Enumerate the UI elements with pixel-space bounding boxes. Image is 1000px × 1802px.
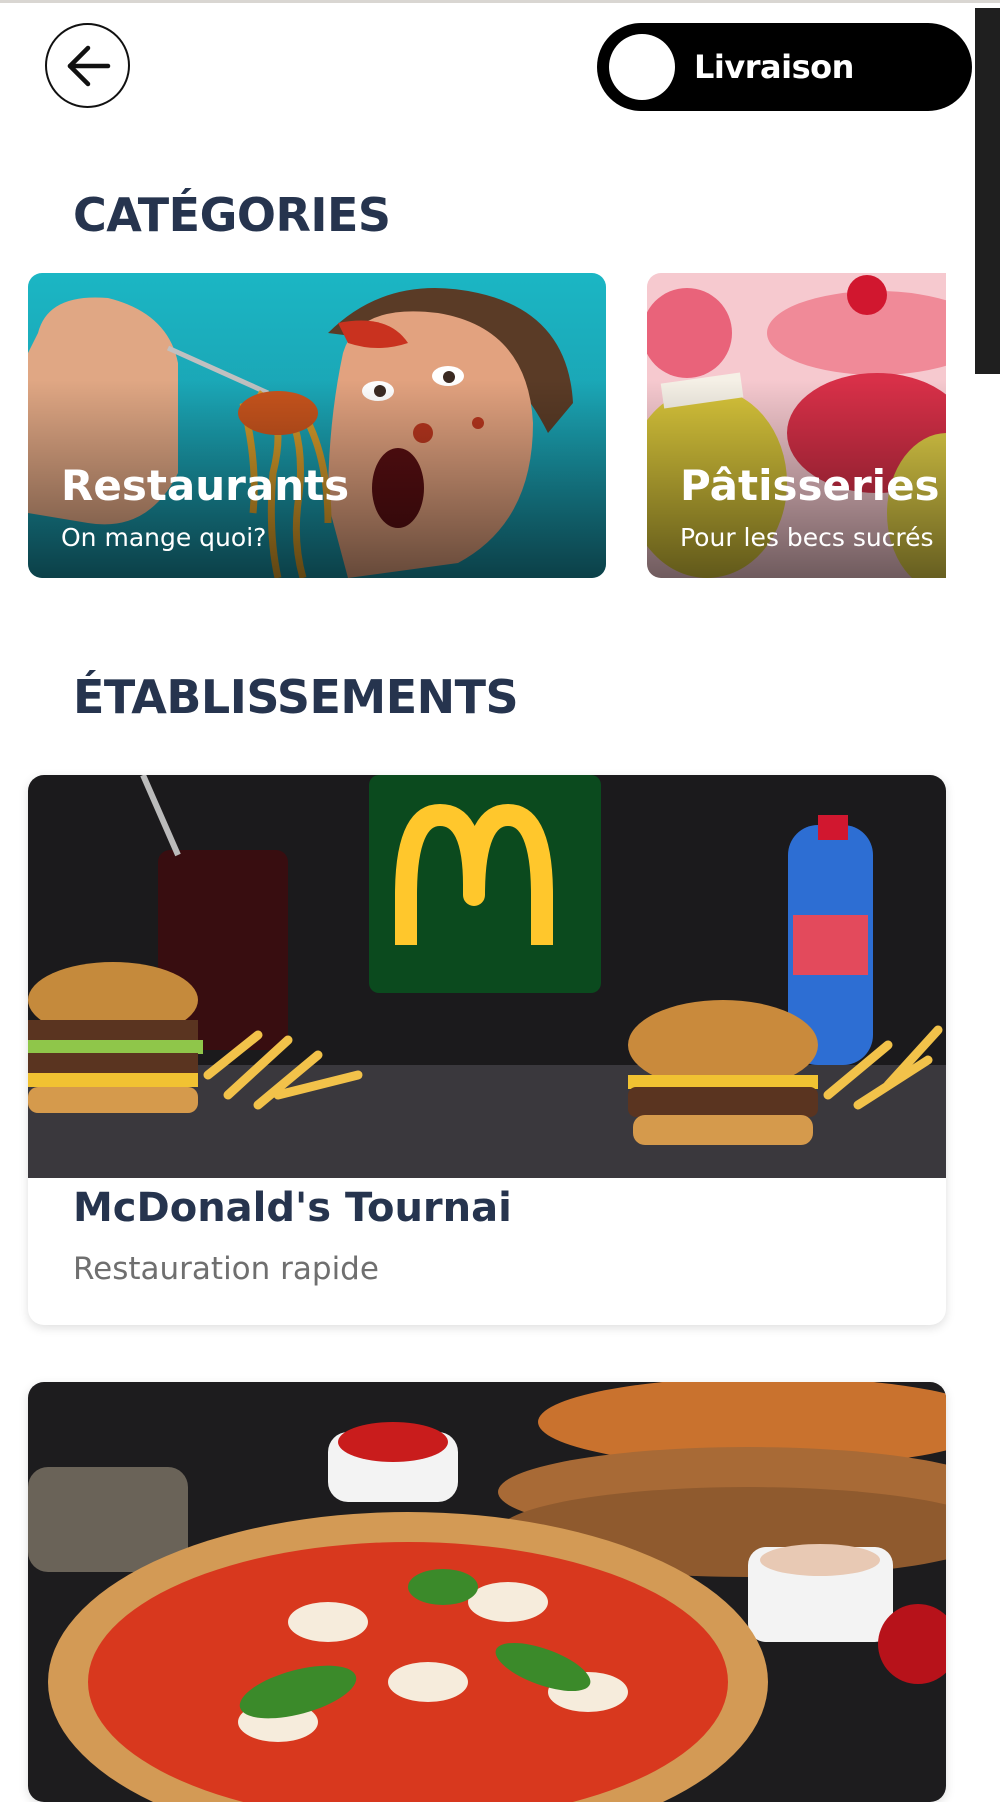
toggle-label: Livraison <box>694 48 854 86</box>
establishment-card-pizza[interactable] <box>28 1382 946 1802</box>
categories-title: CATÉGORIES <box>73 188 391 242</box>
categories-carousel[interactable]: Restaurants On mange quoi? Pâtisseries P… <box>28 273 946 578</box>
category-subtitle: Pour les becs sucrés <box>680 523 934 552</box>
establishments-title: ÉTABLISSEMENTS <box>73 670 519 724</box>
category-subtitle: On mange quoi? <box>61 523 267 552</box>
category-card-patisseries[interactable]: Pâtisseries Pour les becs sucrés <box>647 273 946 578</box>
toggle-knob <box>609 34 675 100</box>
establishment-name: McDonald's Tournai <box>73 1185 512 1231</box>
pizza-image <box>28 1382 946 1802</box>
establishment-type: Restauration rapide <box>73 1251 379 1287</box>
delivery-toggle[interactable]: Livraison <box>597 23 972 111</box>
top-edge-line <box>0 0 1000 3</box>
back-button[interactable] <box>45 23 130 108</box>
mcdonalds-image <box>28 775 946 1178</box>
category-card-restaurants[interactable]: Restaurants On mange quoi? <box>28 273 606 578</box>
arrow-left-icon <box>67 45 110 86</box>
category-label: Restaurants <box>61 461 350 510</box>
scrollbar-thumb[interactable] <box>975 8 1000 374</box>
category-label: Pâtisseries <box>680 461 940 510</box>
establishment-card-mcdonalds[interactable]: McDonald's Tournai Restauration rapide <box>28 775 946 1325</box>
